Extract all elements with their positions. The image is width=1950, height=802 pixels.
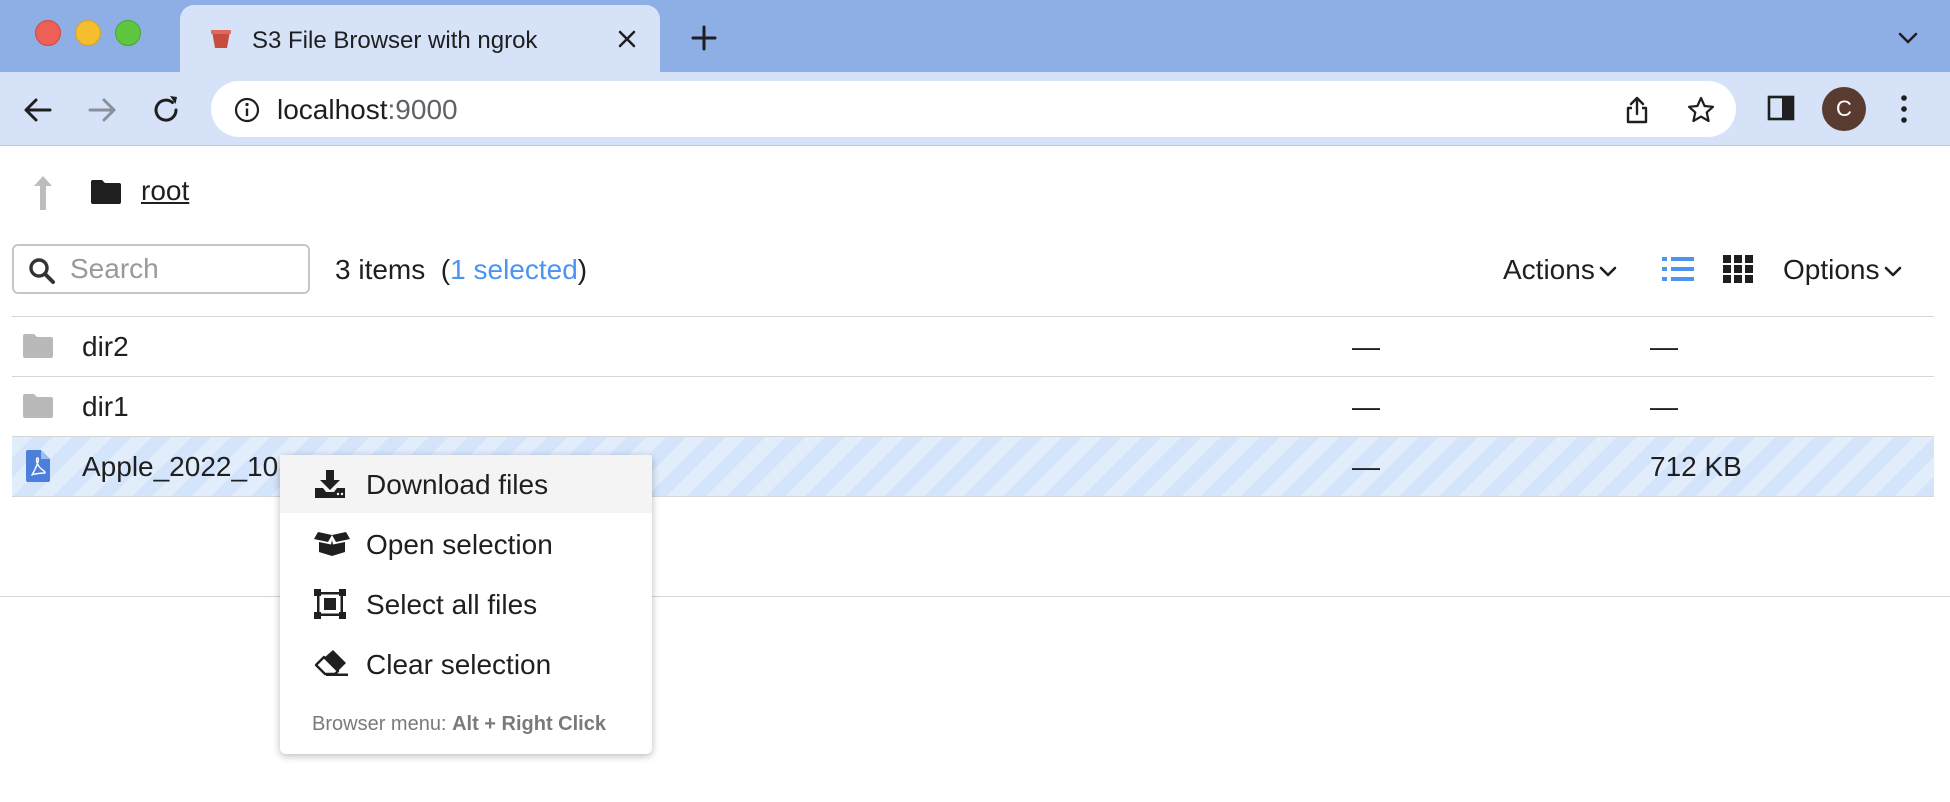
file-size: — — [1650, 391, 1678, 422]
side-panel-icon[interactable] — [1767, 94, 1795, 127]
menu-item-clear-selection[interactable]: Clear selection — [280, 635, 652, 693]
file-size: — — [1650, 331, 1678, 362]
tab-close-icon[interactable] — [615, 27, 639, 51]
zoom-window-button[interactable] — [115, 20, 141, 46]
menu-item-label: Clear selection — [366, 649, 552, 680]
menu-item-open-selection[interactable]: Open selection — [280, 515, 652, 573]
menu-item-select-all-files[interactable]: Select all files — [280, 575, 652, 633]
context-menu-hint: Browser menu: Alt + Right Click — [312, 713, 606, 736]
chevron-down-icon[interactable] — [1896, 30, 1920, 46]
hint-keys: Alt + Right Click — [452, 713, 606, 735]
select-all-icon — [314, 589, 346, 624]
grid-view-icon[interactable] — [1723, 255, 1753, 288]
minimize-window-button[interactable] — [75, 20, 101, 46]
options-dropdown-button[interactable]: Options — [1783, 254, 1902, 286]
actions-dropdown-button[interactable]: Actions — [1503, 254, 1617, 286]
chevron-down-icon — [1599, 266, 1617, 276]
url-text[interactable]: localhost:9000 — [277, 94, 458, 126]
actions-label: Actions — [1503, 254, 1595, 285]
item-count-label: 3 items — [335, 254, 426, 285]
bucket-favicon-icon — [210, 29, 232, 54]
search-input[interactable] — [70, 252, 290, 286]
download-icon — [314, 469, 346, 504]
pdf-file-icon — [26, 450, 50, 487]
chevron-down-icon — [1884, 266, 1901, 276]
browser-toolbar: localhost:9000 C — [0, 72, 1950, 146]
address-bar[interactable]: localhost:9000 — [211, 81, 1736, 137]
file-size: 712 KB — [1650, 451, 1742, 482]
back-arrow-icon[interactable] — [20, 92, 56, 128]
menu-item-label: Open selection — [366, 529, 553, 560]
folder-icon — [90, 179, 122, 210]
close-window-button[interactable] — [35, 20, 61, 46]
tab-title: S3 File Browser with ngrok — [252, 27, 538, 54]
more-vert-icon[interactable] — [1898, 94, 1910, 129]
table-row[interactable]: dir1 — — — [12, 376, 1934, 436]
item-count: 3 items (1 selected) — [335, 254, 588, 285]
share-icon[interactable] — [1623, 95, 1651, 130]
new-tab-icon[interactable] — [690, 24, 718, 52]
eraser-icon — [314, 649, 348, 682]
file-modified: — — [1352, 451, 1380, 482]
level-up-icon[interactable] — [30, 174, 56, 217]
folder-icon — [22, 393, 54, 424]
bookmark-star-icon[interactable] — [1686, 95, 1716, 130]
reload-icon[interactable] — [148, 92, 184, 128]
url-port: :9000 — [387, 94, 458, 125]
browser-tab[interactable]: S3 File Browser with ngrok — [180, 5, 660, 72]
site-info-icon[interactable] — [234, 97, 260, 128]
context-menu: Download files Open selection Select all… — [280, 455, 652, 754]
selected-count-label: 1 selected — [450, 254, 578, 285]
file-name: Apple_2022_10 — [82, 451, 279, 482]
file-modified: — — [1352, 391, 1380, 422]
file-modified: — — [1352, 331, 1380, 362]
search-icon — [28, 257, 56, 290]
table-row[interactable]: dir2 — — — [12, 316, 1934, 376]
options-label: Options — [1783, 254, 1880, 285]
folder-icon — [22, 333, 54, 364]
open-box-icon — [314, 529, 350, 562]
breadcrumb: root — [0, 146, 1950, 240]
url-host: localhost — [277, 94, 388, 125]
menu-item-label: Download files — [366, 469, 549, 500]
menu-item-label: Select all files — [366, 589, 538, 620]
file-name: dir1 — [82, 391, 129, 422]
menu-item-download-files[interactable]: Download files — [280, 455, 652, 513]
search-box[interactable] — [12, 244, 310, 294]
forward-arrow-icon[interactable] — [84, 92, 120, 128]
breadcrumb-root-link[interactable]: root — [141, 175, 189, 207]
list-view-icon[interactable] — [1662, 256, 1694, 287]
hint-prefix: Browser menu: — [312, 713, 453, 735]
file-name: dir2 — [82, 331, 129, 362]
profile-avatar[interactable]: C — [1822, 87, 1866, 131]
tab-strip: S3 File Browser with ngrok — [0, 0, 1950, 72]
